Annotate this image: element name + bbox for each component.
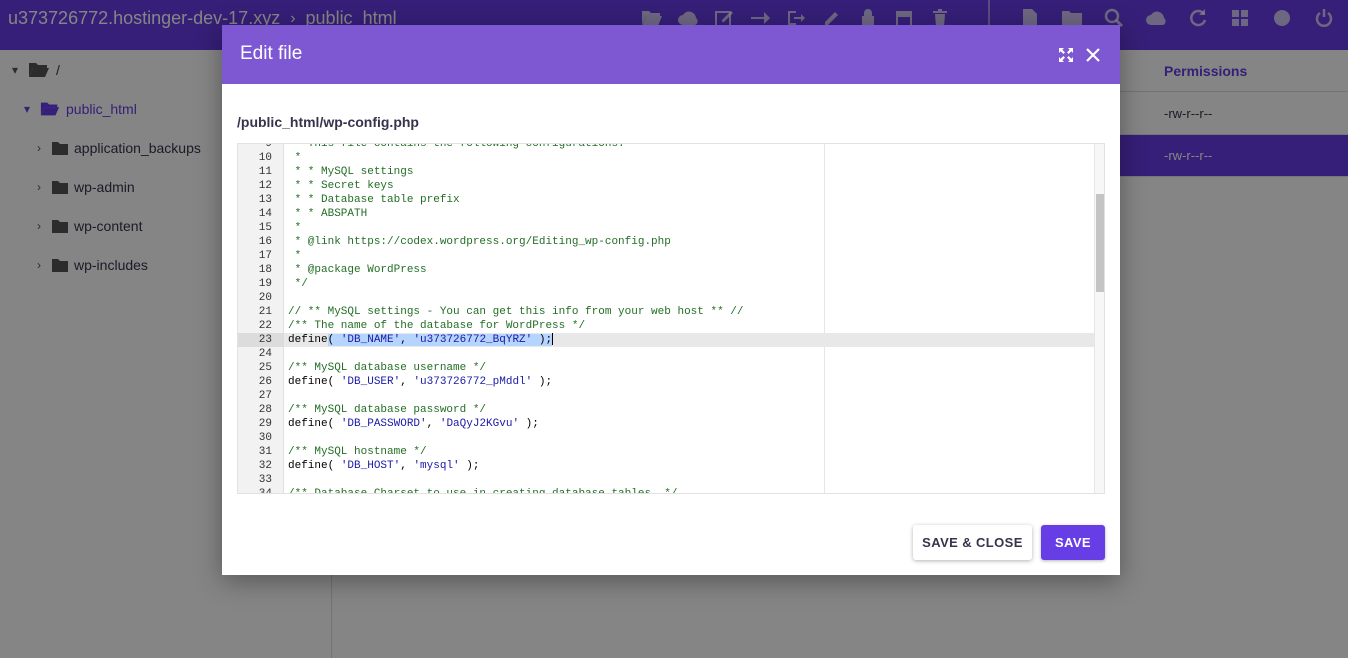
code-line[interactable]: 10 * bbox=[238, 151, 1096, 165]
line-text: define( 'DB_NAME', 'u373726772_BqYRZ' ); bbox=[288, 333, 554, 346]
line-text: * * Secret keys bbox=[288, 180, 394, 192]
code-editor[interactable]: 9 * This file contains the following con… bbox=[237, 143, 1105, 494]
line-text: /** Database Charset to use in creating … bbox=[288, 488, 678, 494]
save-and-close-button[interactable]: SAVE & CLOSE bbox=[913, 525, 1032, 560]
line-text: * * MySQL settings bbox=[288, 166, 414, 178]
close-icon[interactable] bbox=[1082, 44, 1104, 66]
line-number: 14 bbox=[258, 208, 272, 220]
code-line[interactable]: 19 */ bbox=[238, 277, 1096, 291]
line-number: 11 bbox=[258, 166, 272, 178]
code-line[interactable]: 30 bbox=[238, 431, 1096, 445]
line-text: * bbox=[288, 222, 302, 234]
scrollbar-thumb[interactable] bbox=[1096, 194, 1104, 292]
code-line[interactable]: 32 define( 'DB_HOST', 'mysql' ); bbox=[238, 459, 1096, 473]
code-line[interactable]: 11 * * MySQL settings bbox=[238, 165, 1096, 179]
line-number: 28 bbox=[258, 404, 272, 416]
line-text: * @package WordPress bbox=[288, 264, 427, 276]
line-number: 19 bbox=[258, 278, 272, 290]
line-number: 12 bbox=[258, 180, 272, 192]
line-number: 15 bbox=[258, 222, 272, 234]
line-number: 30 bbox=[258, 432, 272, 444]
code-line[interactable]: 33 bbox=[238, 473, 1096, 487]
line-number: 31 bbox=[258, 446, 272, 458]
line-number: 20 bbox=[258, 292, 272, 304]
line-text: // ** MySQL settings - You can get this … bbox=[288, 306, 744, 318]
line-number: 29 bbox=[258, 418, 272, 430]
code-line[interactable]: 31 /** MySQL hostname */ bbox=[238, 445, 1096, 459]
line-number: 25 bbox=[258, 362, 272, 374]
code-line[interactable]: 13 * * Database table prefix bbox=[238, 193, 1096, 207]
dialog-header: Edit file bbox=[222, 25, 1120, 84]
line-text: /** MySQL database username */ bbox=[288, 362, 487, 374]
code-lines[interactable]: 9 * This file contains the following con… bbox=[238, 143, 1096, 494]
text-cursor bbox=[552, 333, 554, 346]
line-number: 33 bbox=[258, 474, 272, 486]
line-number: 10 bbox=[258, 152, 272, 164]
code-line-current[interactable]: 23 define( 'DB_NAME', 'u373726772_BqYRZ' … bbox=[238, 333, 1096, 347]
line-text: define( 'DB_HOST', 'mysql' ); bbox=[288, 460, 480, 472]
code-line[interactable]: 20 bbox=[238, 291, 1096, 305]
code-line[interactable]: 34 /** Database Charset to use in creatin… bbox=[238, 487, 1096, 494]
code-line[interactable]: 21 // ** MySQL settings - You can get thi… bbox=[238, 305, 1096, 319]
line-text: * bbox=[288, 250, 302, 262]
code-line[interactable]: 15 * bbox=[238, 221, 1096, 235]
code-line[interactable]: 14 * * ABSPATH bbox=[238, 207, 1096, 221]
code-line[interactable]: 25 /** MySQL database username */ bbox=[238, 361, 1096, 375]
line-number: 16 bbox=[258, 236, 272, 248]
code-line[interactable]: 9 * This file contains the following con… bbox=[238, 143, 1096, 151]
line-number: 24 bbox=[258, 348, 272, 360]
line-text: define( 'DB_PASSWORD', 'DaQyJ2KGvu' ); bbox=[288, 418, 539, 430]
code-line[interactable]: 12 * * Secret keys bbox=[238, 179, 1096, 193]
code-line[interactable]: 28 /** MySQL database password */ bbox=[238, 403, 1096, 417]
line-number: 26 bbox=[258, 376, 272, 388]
line-number: 22 bbox=[258, 320, 272, 332]
line-text: * bbox=[288, 152, 302, 164]
save-button[interactable]: SAVE bbox=[1041, 525, 1105, 560]
line-number: 21 bbox=[258, 306, 272, 318]
line-text: define( 'DB_USER', 'u373726772_pMddl' ); bbox=[288, 376, 553, 388]
line-number: 17 bbox=[258, 250, 272, 262]
code-line[interactable]: 16 * @link https://codex.wordpress.org/E… bbox=[238, 235, 1096, 249]
code-line[interactable]: 27 bbox=[238, 389, 1096, 403]
fullscreen-icon[interactable] bbox=[1055, 44, 1077, 66]
line-text: * * Database table prefix bbox=[288, 194, 460, 206]
line-number: 9 bbox=[265, 143, 272, 150]
line-text: * This file contains the following confi… bbox=[288, 143, 625, 150]
line-text: /** MySQL hostname */ bbox=[288, 446, 427, 458]
line-text: * * ABSPATH bbox=[288, 208, 368, 220]
line-number: 27 bbox=[258, 390, 272, 402]
line-number: 23 bbox=[238, 333, 284, 347]
editor-scrollbar[interactable] bbox=[1094, 144, 1104, 493]
line-text: */ bbox=[288, 278, 308, 290]
line-number: 13 bbox=[258, 194, 272, 206]
line-number: 34 bbox=[258, 488, 272, 494]
code-line[interactable]: 17 * bbox=[238, 249, 1096, 263]
edit-file-dialog: Edit file /public_html/wp-config.php 9 *… bbox=[222, 25, 1120, 575]
code-line[interactable]: 24 bbox=[238, 347, 1096, 361]
line-text: /** MySQL database password */ bbox=[288, 404, 487, 416]
line-text: /** The name of the database for WordPre… bbox=[288, 320, 586, 332]
line-number: 18 bbox=[258, 264, 272, 276]
dialog-title: Edit file bbox=[240, 43, 303, 64]
code-line[interactable]: 26 define( 'DB_USER', 'u373726772_pMddl' … bbox=[238, 375, 1096, 389]
line-number: 32 bbox=[258, 460, 272, 472]
file-path: /public_html/wp-config.php bbox=[237, 114, 419, 130]
code-line[interactable]: 22 /** The name of the database for WordP… bbox=[238, 319, 1096, 333]
code-line[interactable]: 18 * @package WordPress bbox=[238, 263, 1096, 277]
code-line[interactable]: 29 define( 'DB_PASSWORD', 'DaQyJ2KGvu' ); bbox=[238, 417, 1096, 431]
line-text: * @link https://codex.wordpress.org/Edit… bbox=[288, 236, 671, 248]
